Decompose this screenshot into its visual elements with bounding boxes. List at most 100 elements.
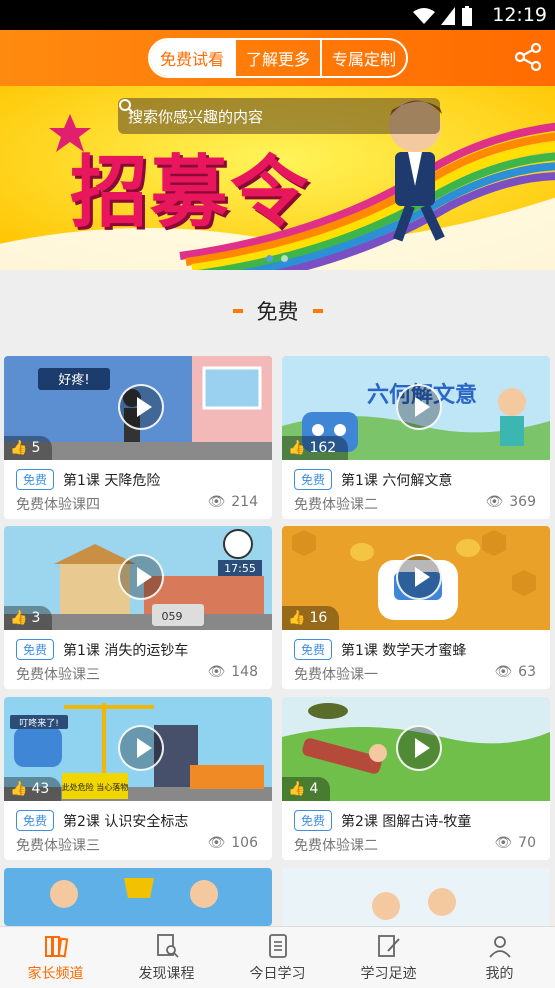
tab-label: 家长频道 <box>27 965 84 982</box>
search-doc-icon <box>156 933 179 958</box>
course-title-row: 免费 第2课 认识安全标志 <box>16 810 188 831</box>
tab-learn-more[interactable]: 了解更多 <box>234 40 320 76</box>
thumb-caption: 好疼! <box>58 373 89 388</box>
view-count: 👁 106 <box>207 835 258 851</box>
eye-icon: 👁 <box>207 494 226 510</box>
person-icon <box>488 935 511 958</box>
status-bar: 12:19 <box>0 0 555 30</box>
course-title: 第2课 图解古诗-牧童 <box>341 813 472 830</box>
course-title: 第1课 六何解文意 <box>341 472 453 489</box>
tab-mine[interactable]: 我的 <box>444 927 555 988</box>
likes-value: 5 <box>31 440 41 456</box>
thumbs-up-icon: 👍 <box>288 440 306 456</box>
tab-discover-courses[interactable]: 发现课程 <box>111 927 222 988</box>
tab-today-study[interactable]: 今日学习 <box>222 927 333 988</box>
tab-label: 我的 <box>485 965 514 982</box>
course-thumbnail[interactable]: 👍 4 <box>282 697 550 801</box>
course-title: 第2课 认识安全标志 <box>63 813 189 830</box>
views-value: 214 <box>231 494 258 510</box>
carousel-dot-active[interactable] <box>266 255 273 262</box>
course-title: 第1课 天降危险 <box>63 472 161 489</box>
course-title-row: 免费 第1课 消失的运钞车 <box>16 639 188 660</box>
course-card[interactable]: 👍 4 免费 第2课 图解古诗-牧童 免费体验课二 👁 70 <box>282 697 550 860</box>
course-card-partial[interactable] <box>4 868 272 926</box>
play-button[interactable] <box>118 554 164 600</box>
free-badge: 免费 <box>16 639 55 660</box>
course-card[interactable]: 叮咚来了! 此处危险 当心落物 👍 43 免费 第2课 认识安全标志 免费体验课三… <box>4 697 272 860</box>
course-card-partial[interactable] <box>282 868 550 926</box>
thumb-clock-text: 17:55 <box>224 562 256 575</box>
course-card[interactable]: 好疼! 👍 5 免费 第1课 天降危险 免费体验课四 👁 214 <box>4 356 272 519</box>
play-button[interactable] <box>118 384 164 430</box>
views-value: 148 <box>231 664 258 680</box>
search-bar[interactable]: 搜索你感兴趣的内容 <box>118 98 440 134</box>
likes-count: 👍 16 <box>282 606 340 630</box>
course-subtitle: 免费体验课三 <box>16 838 100 854</box>
likes-value: 3 <box>31 610 41 626</box>
course-card[interactable]: 17:55 059 👍 3 免费 第1课 消失的运钞车 免费体验课三 👁 148 <box>4 526 272 689</box>
divider-dash <box>312 309 323 313</box>
views-value: 70 <box>518 835 536 851</box>
tab-parent-channel[interactable]: 家长频道 <box>0 927 111 988</box>
tab-label: 今日学习 <box>249 965 306 982</box>
tab-label: 学习足迹 <box>360 965 417 982</box>
course-subtitle: 免费体验课二 <box>294 497 378 513</box>
course-title: 第1课 数学天才蜜蜂 <box>341 642 467 659</box>
view-count: 👁 148 <box>207 664 258 680</box>
likes-value: 16 <box>309 610 328 626</box>
bottom-tab-bar: 家长频道 发现课程 今日学习 学习足迹 我的 <box>0 926 555 988</box>
play-button[interactable] <box>396 384 442 430</box>
status-icons <box>413 6 473 26</box>
course-thumbnail[interactable]: 六何解文意 👍 162 <box>282 356 550 460</box>
likes-count: 👍 5 <box>4 436 53 460</box>
view-count: 👁 369 <box>485 494 536 510</box>
document-icon <box>268 933 287 958</box>
course-title: 第1课 消失的运钞车 <box>63 642 189 659</box>
course-subtitle: 免费体验课一 <box>294 667 378 683</box>
course-thumbnail[interactable]: 叮咚来了! 此处危险 当心落物 👍 43 <box>4 697 272 801</box>
eye-icon: 👁 <box>485 494 504 510</box>
tab-free-trial[interactable]: 免费试看 <box>150 40 234 76</box>
thumb-illustration <box>282 868 550 926</box>
carousel-dot[interactable] <box>281 255 288 262</box>
top-bar: 免费试看 了解更多 专属定制 <box>0 30 555 86</box>
promo-banner[interactable]: 招募令 搜索你感兴趣的内容 <box>0 86 555 270</box>
course-thumbnail[interactable]: 好疼! 👍 5 <box>4 356 272 460</box>
likes-count: 👍 3 <box>4 606 53 630</box>
course-thumbnail[interactable]: 17:55 059 👍 3 <box>4 526 272 630</box>
eye-icon: 👁 <box>494 664 513 680</box>
views-value: 369 <box>509 494 536 510</box>
thumbs-up-icon: 👍 <box>10 440 28 456</box>
share-icon[interactable] <box>513 42 543 72</box>
thumbs-up-icon: 👍 <box>10 610 28 626</box>
course-card[interactable]: 六何解文意 👍 162 免费 第1课 六何解文意 免费体验课二 👁 369 <box>282 356 550 519</box>
play-button[interactable] <box>396 554 442 600</box>
likes-value: 43 <box>31 781 50 797</box>
eye-icon: 👁 <box>207 664 226 680</box>
course-title-row: 免费 第2课 图解古诗-牧童 <box>294 810 471 831</box>
play-button[interactable] <box>396 725 442 771</box>
course-title-row: 免费 第1课 数学天才蜜蜂 <box>294 639 466 660</box>
thumb-caption: 叮咚来了! <box>19 717 59 729</box>
tab-custom[interactable]: 专属定制 <box>320 40 406 76</box>
play-button[interactable] <box>118 725 164 771</box>
course-thumbnail[interactable]: 👍 16 <box>282 526 550 630</box>
free-badge: 免费 <box>16 469 55 490</box>
free-badge: 免费 <box>16 810 55 831</box>
wifi-icon <box>413 8 435 24</box>
status-time: 12:19 <box>492 4 547 26</box>
thumb-illustration <box>4 868 272 926</box>
course-subtitle: 免费体验课三 <box>16 667 100 683</box>
thumbs-up-icon: 👍 <box>288 610 306 626</box>
views-value: 63 <box>518 664 536 680</box>
tab-study-footprint[interactable]: 学习足迹 <box>333 927 444 988</box>
thumbs-up-icon: 👍 <box>10 781 28 797</box>
carousel-dots <box>266 255 288 262</box>
section-title: 免费 <box>256 300 299 324</box>
course-card[interactable]: 👍 16 免费 第1课 数学天才蜜蜂 免费体验课一 👁 63 <box>282 526 550 689</box>
course-title-row: 免费 第1课 六何解文意 <box>294 469 452 490</box>
thumb-plate-text: 059 <box>162 610 183 623</box>
divider-dash <box>232 309 243 313</box>
likes-value: 4 <box>309 781 319 797</box>
books-icon <box>44 935 68 957</box>
